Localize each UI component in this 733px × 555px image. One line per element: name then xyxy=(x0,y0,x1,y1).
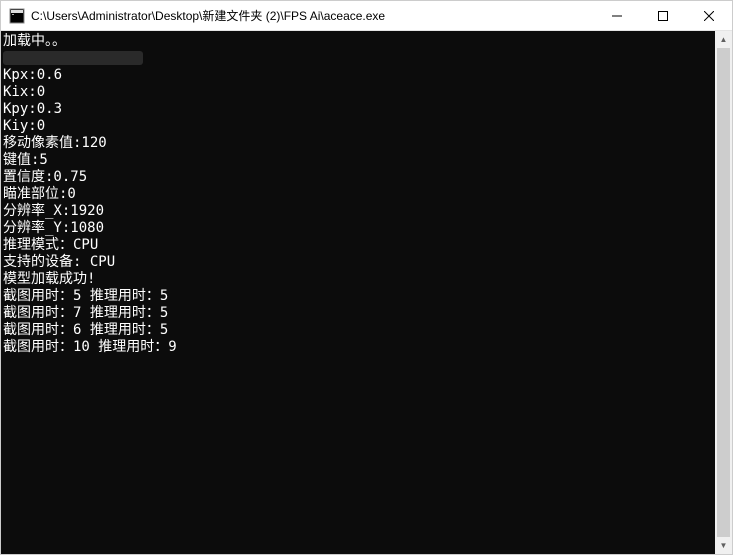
console-line: Kix:0 xyxy=(3,84,713,101)
maximize-icon xyxy=(658,11,668,21)
close-button[interactable] xyxy=(686,1,732,30)
console-line: 支持的设备: CPU xyxy=(3,254,713,271)
minimize-button[interactable] xyxy=(594,1,640,30)
scroll-down-button[interactable]: ▼ xyxy=(715,537,732,554)
console-line: Kpy:0.3 xyxy=(3,101,713,118)
chevron-up-icon: ▲ xyxy=(720,35,728,44)
console-line: 键值:5 xyxy=(3,152,713,169)
console-line: 模型加载成功! xyxy=(3,271,713,288)
console-window: C:\Users\Administrator\Desktop\新建文件夹 (2)… xyxy=(0,0,733,555)
window-controls xyxy=(594,1,732,30)
redacted-text xyxy=(3,51,143,65)
titlebar[interactable]: C:\Users\Administrator\Desktop\新建文件夹 (2)… xyxy=(1,1,732,31)
console-line: 截图用时：10 推理用时：9 xyxy=(3,339,713,356)
console-line: 截图用时：7 推理用时：5 xyxy=(3,305,713,322)
vertical-scrollbar[interactable]: ▲ ▼ xyxy=(715,31,732,554)
console-line: 分辨率_X:1920 xyxy=(3,203,713,220)
console-line: 截图用时：5 推理用时：5 xyxy=(3,288,713,305)
chevron-down-icon: ▼ xyxy=(720,541,728,550)
window-title: C:\Users\Administrator\Desktop\新建文件夹 (2)… xyxy=(31,7,594,24)
scroll-track[interactable] xyxy=(715,48,732,537)
console-line: 移动像素值:120 xyxy=(3,135,713,152)
console-line: 瞄准部位:0 xyxy=(3,186,713,203)
maximize-button[interactable] xyxy=(640,1,686,30)
console-line xyxy=(3,50,713,67)
console-output[interactable]: 加载中。。 Kpx:0.6Kix:0Kpy:0.3Kiy:0移动像素值:120键值… xyxy=(1,31,715,554)
console-line: 推理模式：CPU xyxy=(3,237,713,254)
scroll-up-button[interactable]: ▲ xyxy=(715,31,732,48)
console-line: 截图用时：6 推理用时：5 xyxy=(3,322,713,339)
scroll-thumb[interactable] xyxy=(717,48,730,537)
console-line: Kpx:0.6 xyxy=(3,67,713,84)
close-icon xyxy=(704,11,714,21)
app-icon xyxy=(9,8,25,24)
minimize-icon xyxy=(612,11,622,21)
console-line: 加载中。。 xyxy=(3,33,713,50)
client-area: 加载中。。 Kpx:0.6Kix:0Kpy:0.3Kiy:0移动像素值:120键值… xyxy=(1,31,732,554)
console-line: Kiy:0 xyxy=(3,118,713,135)
console-line: 置信度:0.75 xyxy=(3,169,713,186)
console-line: 分辨率_Y:1080 xyxy=(3,220,713,237)
